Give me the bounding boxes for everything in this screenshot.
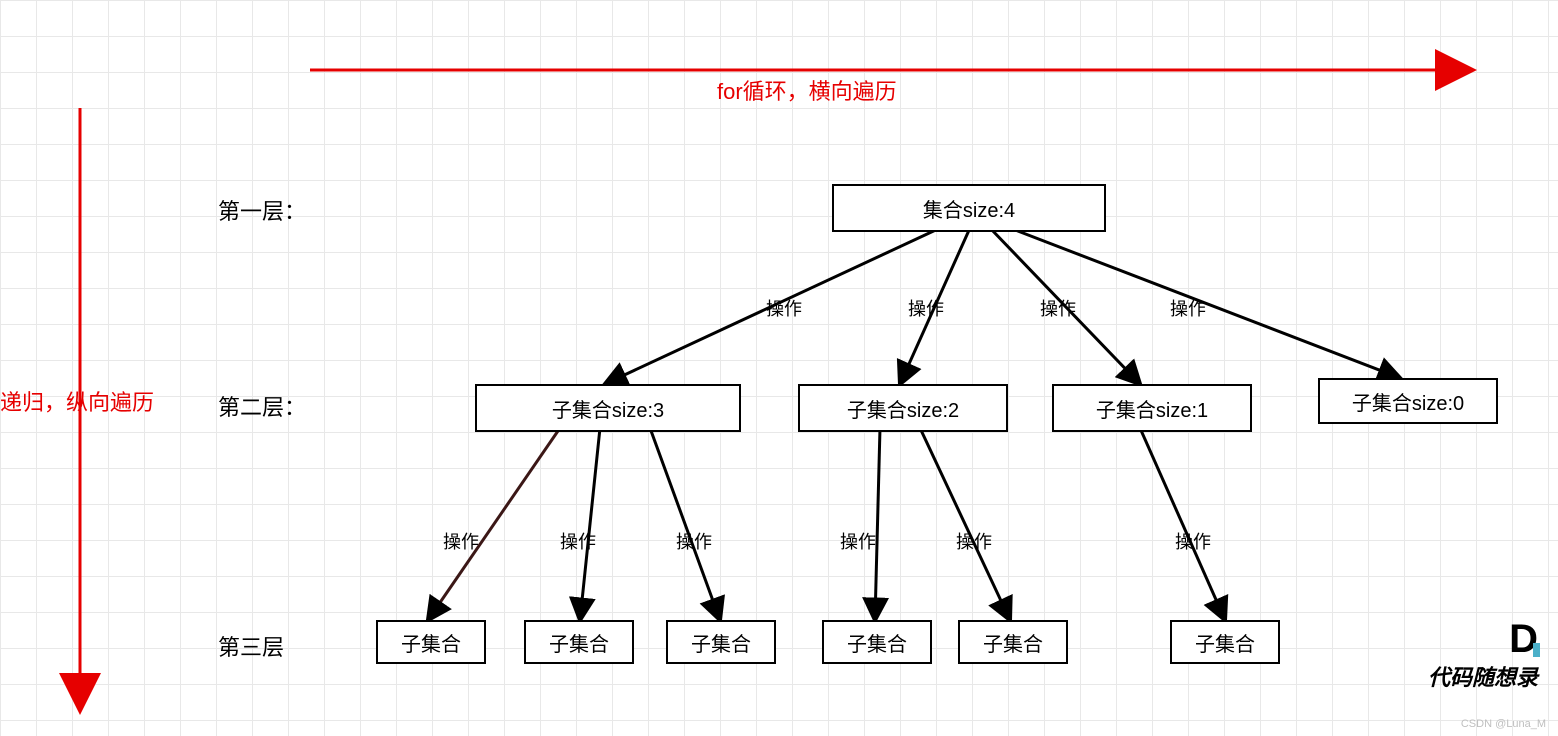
node-leaf-6: 子集合: [1170, 620, 1280, 664]
level-3-label: 第三层: [218, 630, 284, 662]
node-leaf-5: 子集合: [958, 620, 1068, 664]
brand-name: 代码随想录: [1428, 660, 1538, 692]
brand-watermark: D 代码随想录: [1428, 617, 1538, 692]
edge-op-2: 操作: [908, 295, 944, 321]
horizontal-axis-label: for循环，横向遍历: [717, 74, 897, 106]
brand-letter-icon: D: [1509, 617, 1538, 662]
node-l2-size0: 子集合size:0: [1318, 378, 1498, 424]
credit-text: CSDN @Luna_M: [1461, 718, 1546, 730]
edge-op-8: 操作: [840, 528, 876, 554]
edge-op-7: 操作: [676, 528, 712, 554]
node-l2-size1: 子集合size:1: [1052, 384, 1252, 432]
node-root: 集合size:4: [832, 184, 1106, 232]
edge-op-1: 操作: [766, 295, 802, 321]
edge-op-5: 操作: [443, 528, 479, 554]
vertical-axis-label: 递归，纵向遍历: [0, 385, 154, 417]
node-l2-size3: 子集合size:3: [475, 384, 741, 432]
edge-op-6: 操作: [560, 528, 596, 554]
node-leaf-1: 子集合: [376, 620, 486, 664]
node-leaf-4: 子集合: [822, 620, 932, 664]
node-leaf-2: 子集合: [524, 620, 634, 664]
node-l2-size2: 子集合size:2: [798, 384, 1008, 432]
node-leaf-3: 子集合: [666, 620, 776, 664]
level-1-label: 第一层：: [218, 194, 306, 226]
level-2-label: 第二层：: [218, 390, 306, 422]
edge-op-10: 操作: [1175, 528, 1211, 554]
edge-op-4: 操作: [1170, 295, 1206, 321]
edge-op-3: 操作: [1040, 295, 1076, 321]
edge-op-9: 操作: [956, 528, 992, 554]
